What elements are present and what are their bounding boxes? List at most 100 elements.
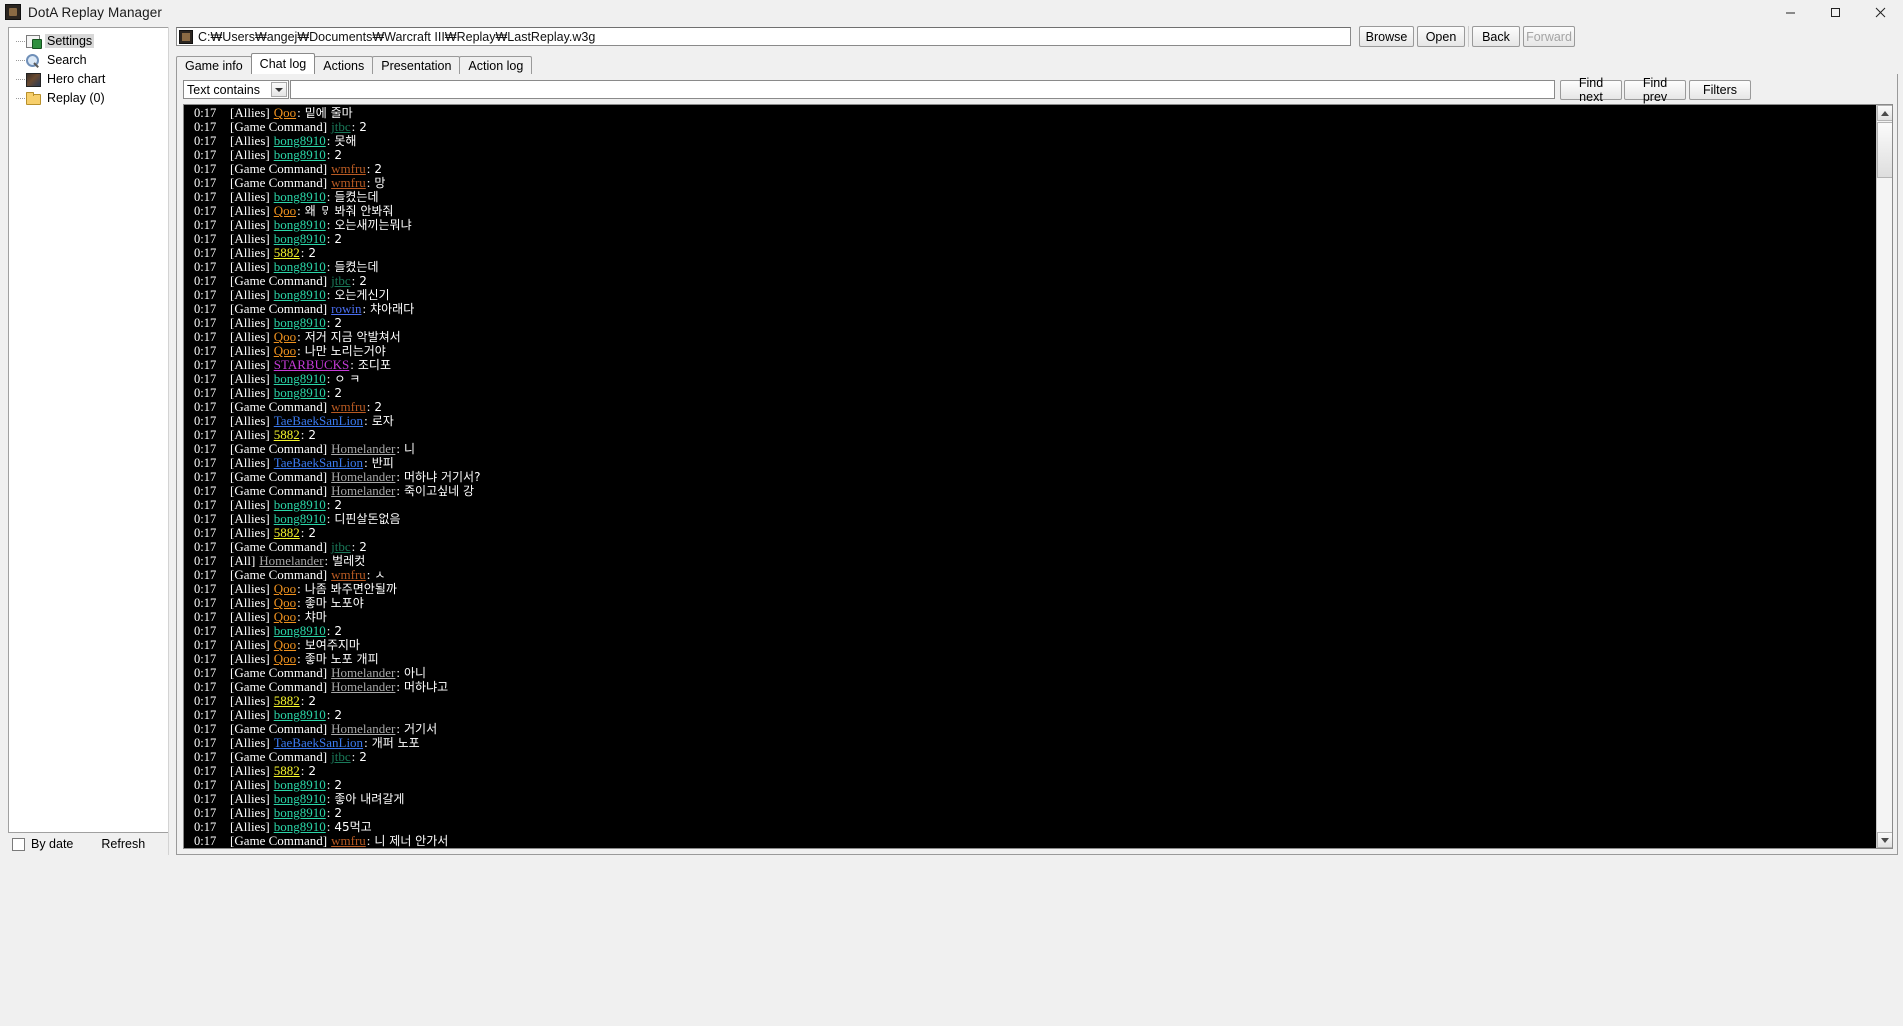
chat-log-scrollbar[interactable] [1876,105,1892,848]
chat-log-row[interactable]: 0:17 [Allies] bong8910: 들켰는데 [184,190,1876,205]
chat-log-row[interactable]: 0:17 [Allies] TaeBaekSanLion: 로자 [184,414,1876,429]
minimize-button[interactable] [1768,0,1813,24]
chat-log-row[interactable]: 0:17 [Game Command] jtbc:2 [184,120,1876,135]
sidebar-item-replay[interactable]: Replay (0) [9,90,168,106]
chat-log-row[interactable]: 0:17 [Allies] bong8910:2 [184,708,1876,723]
chat-log-row[interactable]: 0:17 [Allies] bong8910: 못해 [184,134,1876,149]
scrollbar-track[interactable] [1877,121,1892,832]
chat-log-row[interactable]: 0:17 [Allies] Qoo: 좋마 노포야 [184,596,1876,611]
scroll-up-icon[interactable] [1877,105,1892,121]
chat-log-row[interactable]: 0:17 [Allies] Qoo: 왜 ㅱ 봐줘 안봐줘 [184,204,1876,219]
chat-timestamp: 0:17 [194,512,217,526]
tree-connector [16,79,25,80]
chat-log-row[interactable]: 0:17 [Allies] Qoo: 보여주지마 [184,638,1876,653]
find-next-button[interactable]: Find next [1560,76,1622,104]
chat-log-row[interactable]: 0:17 [Allies] bong8910:45먹고 [184,820,1876,835]
replay-path-input[interactable]: C:₩Users₩angej₩Documents₩Warcraft III₩Re… [176,27,1351,46]
refresh-button[interactable]: Refresh [101,837,145,851]
chat-player-name: STARBUCKS [273,357,350,372]
chat-timestamp: 0:17 [194,624,217,638]
chat-log-row[interactable]: 0:17 [Game Command] Homelander: 니 [184,442,1876,457]
tab-label: Game info [185,58,243,73]
chat-log-row[interactable]: 0:17 [Allies] bong8910:2 [184,806,1876,821]
chat-log-row[interactable]: 0:17 [Allies] bong8910: 오는게신기 [184,288,1876,303]
chat-log-row[interactable]: 0:17 [Allies] bong8910: 들켰는데 [184,260,1876,275]
scroll-down-icon[interactable] [1877,832,1892,848]
chat-log-row[interactable]: 0:17 [Game Command] jtbc:2 [184,273,1876,289]
chat-message: ㅇ ㅋ [334,372,361,386]
chat-colon: : [300,693,305,708]
chat-log-row[interactable]: 0:17 [Game Command] wmfru: 니 제너 안가서 [184,834,1876,849]
chat-log-row[interactable]: 0:17 [All] Homelander: 벌레컷 [184,554,1876,569]
search-input[interactable] [290,80,1555,99]
chat-log-row[interactable]: 0:17 [Game Command] Homelander: 머하냐 거기서? [184,470,1876,485]
tab-presentation[interactable]: Presentation [372,56,461,74]
chat-log-row[interactable]: 0:17 [Allies] 5882:2 [184,246,1876,261]
tab-actions[interactable]: Actions [314,56,374,74]
chat-log-row[interactable]: 0:17 [Allies] bong8910:2 [184,148,1876,163]
sidebar-item-hero-chart[interactable]: Hero chart [9,71,168,87]
chat-log-row[interactable]: 0:17 [Allies] bong8910:2 [184,624,1876,639]
chat-player-name: Homelander [331,483,396,498]
chat-log-row[interactable]: 0:17 [Allies] bong8910:2 [184,498,1876,513]
chat-log-row[interactable]: 0:17 [Allies] Qoo: 밑에 줄마 [184,106,1876,121]
chat-log-row[interactable]: 0:17 [Allies] Qoo: 나좀 봐주면안될까 [184,582,1876,597]
chat-log-row[interactable]: 0:17 [Allies] bong8910:2 [184,316,1876,331]
chat-log-row[interactable]: 0:17 [Allies] bong8910: 오는새끼는뭐냐 [184,218,1876,233]
chat-colon: : [351,273,356,288]
chat-log-row[interactable]: 0:17 [Allies] Qoo: 저거 지금 악발쳐서 [184,330,1876,345]
by-date-checkbox[interactable] [12,837,25,851]
chat-colon: : [396,483,401,498]
chat-log-list[interactable]: 0:17 [Allies] Qoo: 밑에 줄마 0:17 [Game Command] j… [184,105,1876,849]
chat-log-row[interactable]: 0:17 [Game Command] Homelander: 죽이고싶네 강 [184,483,1876,499]
chat-log-row[interactable]: 0:17 [Allies] bong8910: 좋아 내려갈게 [184,792,1876,807]
tab-chat-log[interactable]: Chat log [250,53,316,74]
tab-game-info[interactable]: Game info [176,56,252,74]
chat-log-row[interactable]: 0:17 [Allies] bong8910:2 [184,232,1876,247]
chat-channel: [Allies] [230,693,270,708]
chevron-down-icon[interactable] [271,82,287,97]
scrollbar-thumb[interactable] [1877,122,1892,178]
chat-log-row[interactable]: 0:17 [Allies] 5882:2 [184,526,1876,541]
sidebar-tree-panel: Settings Search Hero chart Replay (0) [8,27,169,833]
chat-log-row[interactable]: 0:17 [Allies] bong8910:2 [184,778,1876,793]
chat-log-row[interactable]: 0:17 [Allies] TaeBaekSanLion: 반피 [184,456,1876,471]
chat-log-row[interactable]: 0:17 [Allies] STARBUCKS: 조디포 [184,357,1876,373]
chat-log-row[interactable]: 0:17 [Allies] bong8910:2 [184,386,1876,401]
find-prev-button[interactable]: Find prev [1624,76,1686,104]
tab-action-log[interactable]: Action log [459,56,533,74]
chat-timestamp: 0:17 [194,330,217,344]
chat-log-row[interactable]: 0:17 [Allies] 5882:2 [184,693,1876,709]
filter-mode-select[interactable]: Text contains [183,80,289,99]
chat-log-row[interactable]: 0:17 [Game Command] Homelander: 머하냐고 [184,680,1876,695]
chat-log-row[interactable]: 0:17 [Allies] Qoo: 나만 노리는거야 [184,343,1876,359]
maximize-button[interactable] [1813,0,1858,24]
back-button[interactable]: Back [1472,26,1520,47]
chat-log-row[interactable]: 0:17 [Game Command] jtbc:2 [184,540,1876,555]
chat-log-row[interactable]: 0:17 [Game Command] Homelander: 아니 [184,666,1876,681]
folder-icon [25,91,41,105]
filters-button[interactable]: Filters [1689,80,1751,100]
chat-log-row[interactable]: 0:17 [Game Command] wmfru:2 [184,400,1876,415]
sidebar-item-search[interactable]: Search [9,52,168,68]
close-button[interactable] [1858,0,1903,24]
chat-log-row[interactable]: 0:17 [Allies] Qoo: 좋마 노포 개피 [184,652,1876,667]
chat-log-row[interactable]: 0:17 [Allies] bong8910: 디핀살돈없음 [184,512,1876,527]
chat-colon: : [297,343,301,358]
chat-log-row[interactable]: 0:17 [Allies] 5882:2 [184,428,1876,443]
open-button[interactable]: Open [1417,26,1465,47]
chat-log-row[interactable]: 0:17 [Game Command] jtbc:2 [184,750,1876,765]
chat-player-name: TaeBaekSanLion [273,735,364,750]
chat-log-row[interactable]: 0:17 [Allies] Qoo: 챠마 [184,610,1876,625]
chat-log-row[interactable]: 0:17 [Allies] bong8910: ㅇ ㅋ [184,372,1876,387]
browse-button[interactable]: Browse [1359,26,1414,47]
chat-log-row[interactable]: 0:17 [Game Command] wmfru: 망 [184,176,1876,191]
chat-log-row[interactable]: 0:17 [Game Command] Homelander: 거기서 [184,722,1876,737]
sidebar-item-settings[interactable]: Settings [9,33,168,49]
chat-log-row[interactable]: 0:17 [Game Command] wmfru: ㅅ [184,568,1876,583]
chat-log-row[interactable]: 0:17 [Game Command] rowin: 챠아래다 [184,302,1876,317]
chat-log-row[interactable]: 0:17 [Allies] TaeBaekSanLion: 개퍼 노포 [184,735,1876,751]
chat-log-row[interactable]: 0:17 [Allies] 5882:2 [184,764,1876,779]
chat-log-row[interactable]: 0:17 [Game Command] wmfru:2 [184,162,1876,177]
chat-timestamp: 0:17 [194,372,217,386]
